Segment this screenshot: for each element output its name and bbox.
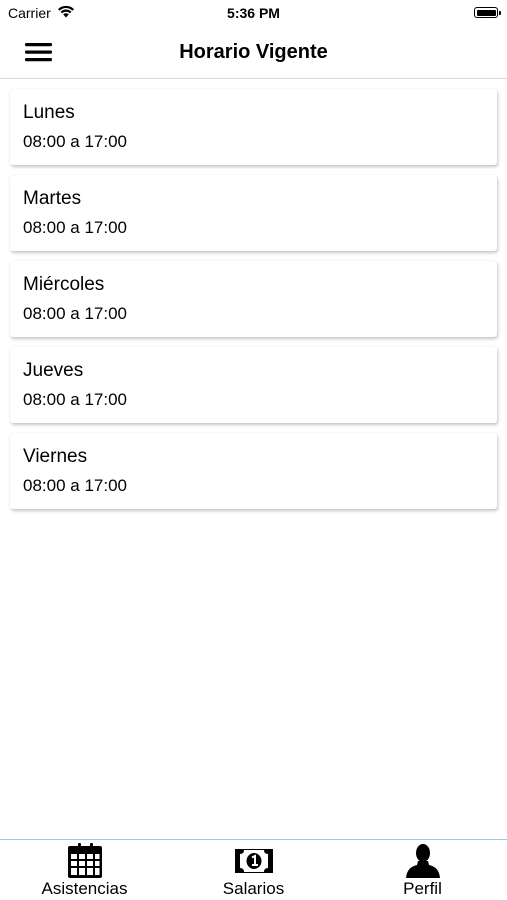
tab-label: Salarios <box>222 879 285 898</box>
day-card-viernes[interactable]: Viernes 08:00 a 17:00 <box>10 433 497 509</box>
day-card-martes[interactable]: Martes 08:00 a 17:00 <box>10 175 497 251</box>
tab-perfil[interactable]: Perfil <box>338 840 507 900</box>
navigation-header: Horario Vigente <box>0 28 507 79</box>
day-hours: 08:00 a 17:00 <box>23 132 127 151</box>
day-name: Miércoles <box>23 274 105 295</box>
tab-salarios[interactable]: Salarios <box>169 840 338 900</box>
day-hours: 08:00 a 17:00 <box>23 218 127 237</box>
day-name: Lunes <box>23 102 75 123</box>
status-bar: Carrier 5:36 PM <box>0 0 507 28</box>
tab-bar: Asistencias Salarios Perfil <box>0 839 507 900</box>
day-hours: 08:00 a 17:00 <box>23 304 127 323</box>
status-time: 5:36 PM <box>227 5 280 21</box>
tab-label: Asistencias <box>41 879 128 898</box>
tab-asistencias[interactable]: Asistencias <box>0 840 169 900</box>
day-name: Martes <box>23 188 82 209</box>
user-icon <box>404 843 442 879</box>
day-card-jueves[interactable]: Jueves 08:00 a 17:00 <box>10 347 497 423</box>
day-hours: 08:00 a 17:00 <box>23 390 127 409</box>
day-card-lunes[interactable]: Lunes 08:00 a 17:00 <box>10 89 497 165</box>
money-bill-icon <box>234 843 273 879</box>
tab-label: Perfil <box>403 879 442 898</box>
day-name: Jueves <box>23 360 84 381</box>
day-hours: 08:00 a 17:00 <box>23 476 127 495</box>
page-title: Horario Vigente <box>179 41 328 63</box>
battery-icon <box>474 7 501 18</box>
schedule-list: Lunes 08:00 a 17:00 Martes 08:00 a 17:00… <box>10 89 497 519</box>
app-screen: Carrier 5:36 PM Horario Vigente Lunes 08… <box>0 0 507 900</box>
day-name: Viernes <box>23 446 88 467</box>
day-card-miercoles[interactable]: Miércoles 08:00 a 17:00 <box>10 261 497 337</box>
calendar-icon <box>66 843 104 879</box>
